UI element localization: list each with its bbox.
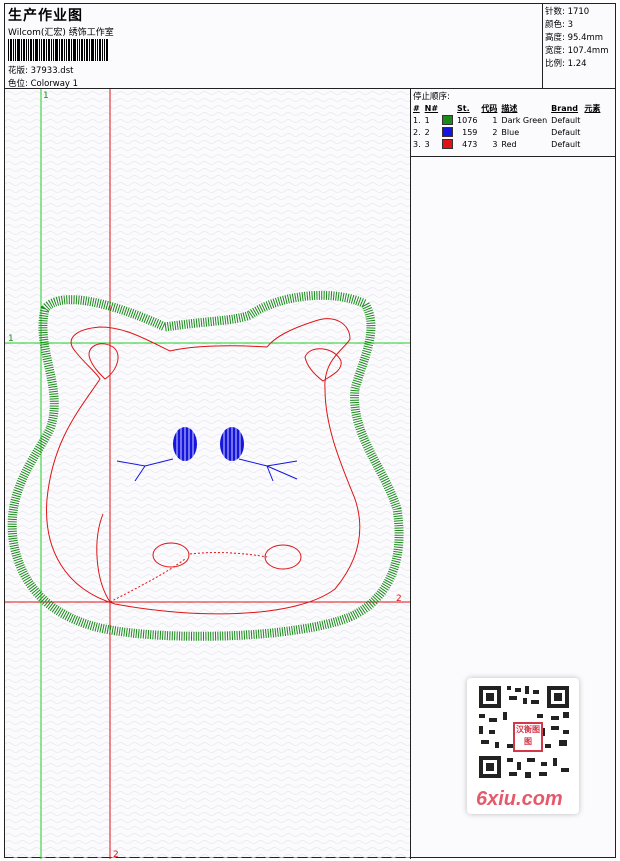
stats-panel: 针数: 1710 颜色: 3 高度: 95.4mm 宽度: 107.4mm 比例… [543,4,615,89]
watermark-stamp: 汉衡图图 [513,722,543,752]
stat-colors: 颜色: 3 [545,20,573,30]
stat-height: 高度: 95.4mm [545,33,604,43]
table-row[interactable]: 3. 3 473 3 Red Default [411,138,602,150]
marker-green-horizontal: 1 [8,334,14,344]
fabric-background [5,89,410,859]
color-swatch-blue [442,127,454,137]
color-swatch-dark-green [442,115,454,125]
colorway-label: 色位: Colorway 1 [8,79,79,89]
header-panel: 生产作业图 Wilcom(汇宏) 绣饰工作室 花版: 37933.dst 色位:… [5,4,543,89]
barcode-image [8,39,108,61]
marker-red-horizontal: 2 [396,594,402,604]
table-row[interactable]: 2. 2 159 2 Blue Default [411,126,602,138]
marker-green-vertical: 1 [43,91,49,101]
watermark-brand: 6xiu.com [476,788,563,810]
stat-width: 宽度: 107.4mm [545,46,609,56]
stop-sequence-title: 停止顺序: [413,92,450,102]
panel-divider [410,157,411,859]
page-title: 生产作业图 [8,8,83,24]
company-name: Wilcom(汇宏) 绣饰工作室 [8,28,114,38]
table-row[interactable]: 1. 1 1076 1 Dark Green Default [411,114,602,126]
color-swatch-red [442,139,454,149]
stat-scale: 比例: 1.24 [545,59,587,69]
color-table-header: # N# St. 代码 描述 Brand 元素 [413,103,601,113]
marker-red-vertical: 2 [113,850,119,859]
color-table: # N# St. 代码 描述 Brand 元素 1. 1 1076 1 Dark… [411,102,602,150]
stop-sequence-panel: 停止顺序: # N# St. 代码 描述 Brand 元素 1. 1 1076 … [410,89,615,157]
design-file: 花版: 37933.dst [8,66,74,76]
embroidery-canvas[interactable]: 1 1 2 2 [5,89,410,859]
stat-stitches: 针数: 1710 [545,7,590,17]
